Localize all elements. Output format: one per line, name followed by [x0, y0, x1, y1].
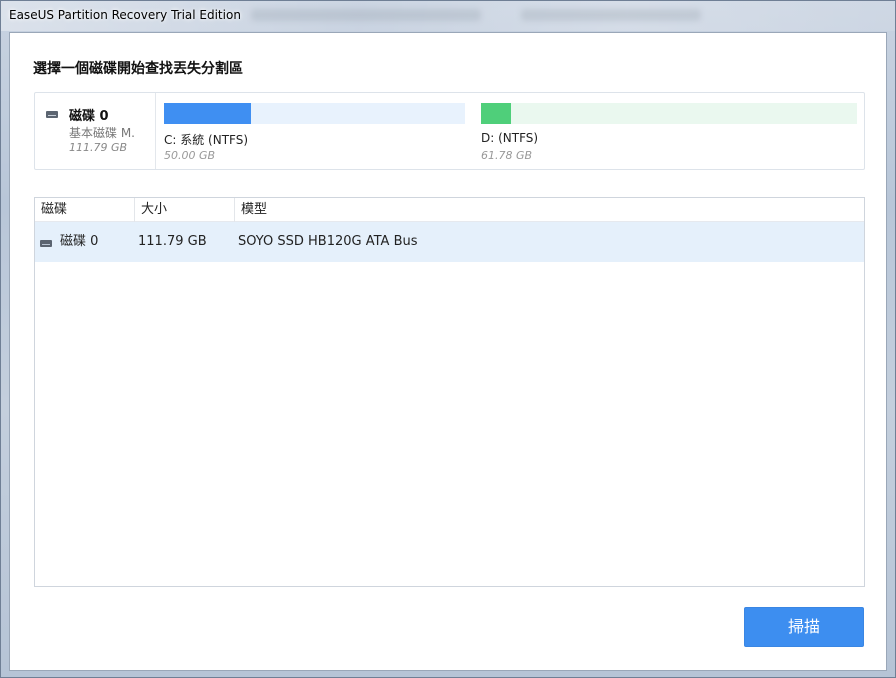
disk-map-card[interactable]: 磁碟 0 基本磁碟 M. 111.79 GB C: 系統 (NTFS) 50.0… — [34, 92, 865, 170]
partition-usage-bar — [481, 103, 857, 124]
table-row[interactable]: 磁碟 0 111.79 GB SOYO SSD HB120G ATA Bus — [35, 222, 864, 262]
partition-size: 50.00 GB — [164, 149, 216, 162]
column-header-disk[interactable]: 磁碟 — [35, 198, 135, 222]
disk-info-panel: 磁碟 0 基本磁碟 M. 111.79 GB — [35, 93, 156, 169]
scan-button[interactable]: 掃描 — [744, 607, 864, 647]
partition-label: D: (NTFS) — [481, 131, 539, 145]
column-header-size[interactable]: 大小 — [135, 198, 235, 222]
partition-label: C: 系統 (NTFS) — [164, 133, 249, 147]
hard-disk-icon — [46, 111, 58, 118]
disk-type: 基本磁碟 M. — [69, 126, 135, 140]
title-bar[interactable]: EaseUS Partition Recovery Trial Edition — [1, 1, 895, 31]
hard-disk-icon — [40, 240, 52, 247]
partition-d[interactable]: D: (NTFS) 61.78 GB — [481, 103, 857, 163]
row-disk-size: 111.79 GB — [138, 234, 207, 249]
disk-name: 磁碟 0 — [69, 109, 109, 124]
disk-list-header: 磁碟 大小 模型 — [35, 198, 864, 222]
window-title: EaseUS Partition Recovery Trial Edition — [9, 8, 241, 22]
row-disk-name: 磁碟 0 — [60, 234, 99, 249]
partition-usage-bar — [164, 103, 465, 124]
title-bar-background — [521, 9, 701, 21]
title-bar-background — [251, 9, 481, 21]
select-disk-dialog: 選擇一個磁碟開始查找丟失分割區 磁碟 0 基本磁碟 M. 111.79 GB C… — [9, 32, 887, 671]
partition-c[interactable]: C: 系統 (NTFS) 50.00 GB — [164, 103, 465, 163]
partition-usage-fill — [164, 103, 252, 124]
disk-size: 111.79 GB — [69, 141, 128, 154]
app-window: EaseUS Partition Recovery Trial Edition … — [0, 0, 896, 678]
partition-size: 61.78 GB — [481, 149, 533, 162]
disk-list[interactable]: 磁碟 大小 模型 磁碟 0 111.79 GB SOYO SSD HB120G … — [34, 197, 865, 587]
dialog-heading: 選擇一個磁碟開始查找丟失分割區 — [33, 61, 243, 77]
partition-usage-fill — [481, 103, 512, 124]
column-header-model[interactable]: 模型 — [235, 198, 864, 222]
row-disk-model: SOYO SSD HB120G ATA Bus — [238, 234, 418, 249]
